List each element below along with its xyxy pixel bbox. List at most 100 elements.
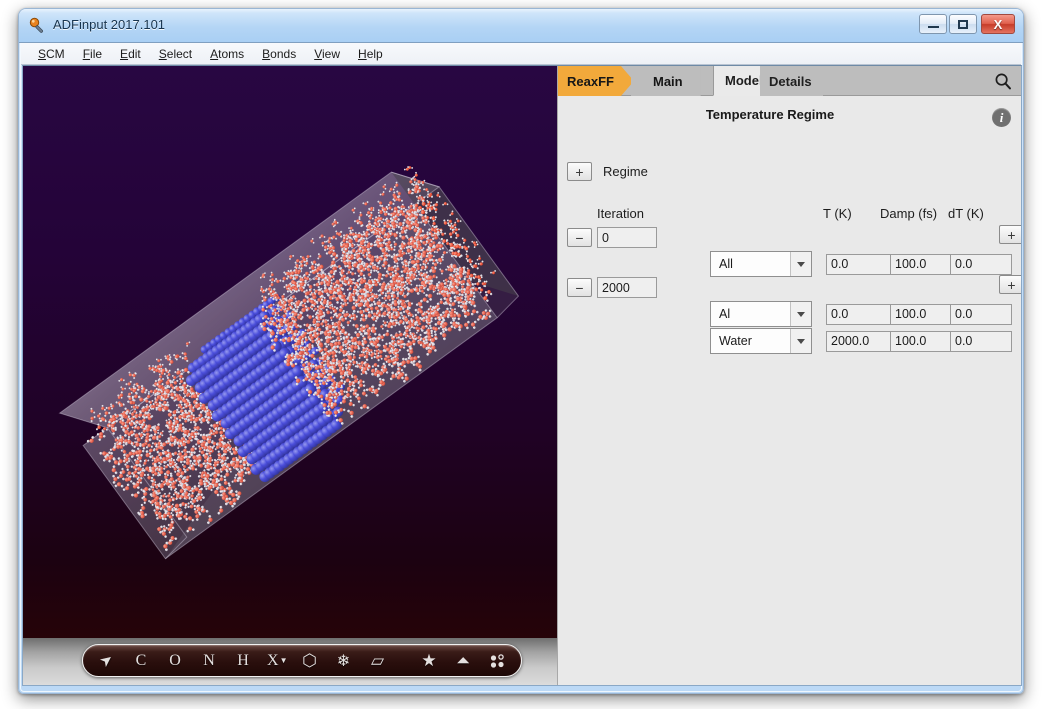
- chevron-down-icon: [790, 329, 811, 353]
- temperature-input[interactable]: 2000.0: [826, 330, 890, 352]
- damp-input[interactable]: 100.0: [890, 253, 950, 275]
- crystal-icon[interactable]: ❄: [333, 648, 353, 674]
- damp-value: 100.0: [895, 307, 927, 321]
- menu-item-edit[interactable]: Edit: [111, 45, 150, 63]
- temperature-input[interactable]: 0.0: [826, 253, 890, 275]
- atom-toolbar: ➤ C O N H X ▼ ⬡ ❄ ▱ ★ ⏶: [82, 644, 522, 677]
- temperature-value: 0.0: [831, 307, 849, 321]
- menu-item-help[interactable]: Help: [349, 45, 392, 63]
- nitrogen-icon[interactable]: N: [199, 648, 219, 674]
- favourite-icon[interactable]: ★: [419, 648, 439, 674]
- iteration-input[interactable]: 0: [597, 227, 657, 248]
- tab-reaxff-label: ReaxFF: [567, 73, 614, 89]
- settings-panel: ReaxFF Main Model Details Temperature Re…: [557, 66, 1021, 685]
- menu-item-select[interactable]: Select: [150, 45, 201, 63]
- region-select[interactable]: All: [710, 251, 812, 277]
- minimize-icon: [920, 15, 946, 33]
- minimize-button[interactable]: [919, 14, 947, 34]
- select-arrow-icon[interactable]: ➤: [91, 643, 123, 676]
- damp-value: 100.0: [895, 334, 927, 348]
- dt-input[interactable]: 0.0: [950, 330, 1012, 352]
- molecule-render: [23, 66, 557, 685]
- add-regime-button[interactable]: +: [567, 162, 592, 181]
- remove-iteration-button[interactable]: −: [567, 278, 592, 297]
- column-header-damp: Damp (fs): [880, 206, 938, 221]
- region-select[interactable]: Water: [710, 328, 812, 354]
- damp-input[interactable]: 100.0: [890, 303, 950, 325]
- molecule-viewport[interactable]: ➤ C O N H X ▼ ⬡ ❄ ▱ ★ ⏶: [23, 66, 557, 685]
- temperature-value: 2000.0: [831, 334, 870, 348]
- maximize-icon: [950, 15, 976, 33]
- menu-item-file[interactable]: File: [74, 45, 111, 63]
- iteration-input[interactable]: 2000: [597, 277, 657, 298]
- tab-main-label: Main: [653, 73, 683, 89]
- title-bar: ADFinput 2017.101 X: [19, 9, 1023, 43]
- menu-item-bonds[interactable]: Bonds: [253, 45, 305, 63]
- dt-value: 0.0: [955, 307, 973, 321]
- application-window: ADFinput 2017.101 X SCM File Edit Select…: [18, 8, 1024, 694]
- dt-value: 0.0: [955, 257, 973, 271]
- remove-iteration-label: −: [575, 279, 584, 296]
- remove-iteration-button[interactable]: −: [567, 228, 592, 247]
- app-wand-icon: [29, 17, 43, 33]
- maximize-button[interactable]: [949, 14, 977, 34]
- unit-cell-icon[interactable]: ⏶: [453, 648, 473, 674]
- dt-input[interactable]: 0.0: [950, 303, 1012, 325]
- add-regime-row: + Regime: [567, 162, 648, 181]
- regime-row: All 0.0 100.0 0.0 −: [710, 251, 1021, 277]
- add-regime-entry-label: +: [1007, 226, 1016, 243]
- column-header-t: T (K): [823, 206, 852, 221]
- menu-item-scm[interactable]: SCM: [29, 45, 74, 63]
- menu-bar: SCM File Edit Select Atoms Bonds View He…: [21, 43, 1021, 65]
- add-regime-entry-button[interactable]: +: [999, 225, 1021, 244]
- iteration-row: − 2000: [567, 277, 657, 298]
- remove-iteration-label: −: [575, 229, 584, 246]
- region-select-value: All: [719, 257, 733, 271]
- iteration-row: − 0: [567, 227, 657, 248]
- oxygen-icon[interactable]: O: [165, 648, 185, 674]
- regime-row: Al 0.0 100.0 0.0 −: [710, 301, 1021, 327]
- chevron-down-icon: [790, 302, 811, 326]
- menu-item-view[interactable]: View: [305, 45, 349, 63]
- info-icon[interactable]: i: [992, 108, 1011, 127]
- page-title: Temperature Regime: [705, 107, 835, 122]
- search-icon: [995, 73, 1011, 90]
- regime-row: Water 2000.0 100.0 0.0 −: [710, 328, 1021, 354]
- tab-strip: ReaxFF Main Model Details: [558, 66, 1021, 96]
- atoms-dots-icon[interactable]: [487, 648, 507, 674]
- ring-icon[interactable]: ⬡: [299, 648, 319, 674]
- chevron-down-icon: [790, 252, 811, 276]
- column-header-dt: dT (K): [948, 206, 984, 221]
- tab-details-label: Details: [769, 73, 812, 89]
- temperature-input[interactable]: 0.0: [826, 303, 890, 325]
- region-select[interactable]: Al: [710, 301, 812, 327]
- region-select-value: Al: [719, 307, 731, 321]
- plane-icon[interactable]: ▱: [367, 648, 387, 674]
- panel-header: Temperature Regime i: [558, 96, 1021, 136]
- element-picker-icon[interactable]: X ▼: [267, 648, 287, 674]
- tab-details[interactable]: Details: [760, 66, 823, 96]
- column-header-iteration: Iteration: [597, 206, 644, 221]
- hydrogen-icon[interactable]: H: [233, 648, 253, 674]
- tab-main[interactable]: Main: [631, 66, 701, 96]
- tab-reaxff[interactable]: ReaxFF: [558, 66, 634, 96]
- close-icon: X: [993, 16, 1003, 32]
- damp-value: 100.0: [895, 257, 927, 271]
- search-button[interactable]: [994, 66, 1012, 96]
- tab-model-label: Model: [725, 73, 763, 88]
- temperature-value: 0.0: [831, 257, 849, 271]
- add-regime-label: Regime: [603, 164, 648, 179]
- add-regime-entry-button[interactable]: +: [999, 275, 1021, 294]
- dt-value: 0.0: [955, 334, 973, 348]
- damp-input[interactable]: 100.0: [890, 330, 950, 352]
- iteration-value: 0: [602, 230, 609, 245]
- menu-item-atoms[interactable]: Atoms: [201, 45, 253, 63]
- iteration-value: 2000: [602, 280, 630, 295]
- add-regime-entry-label: +: [1007, 276, 1016, 293]
- info-icon-glyph: i: [999, 109, 1004, 125]
- add-regime-button-label: +: [575, 163, 584, 180]
- window-title: ADFinput 2017.101: [53, 17, 166, 32]
- dt-input[interactable]: 0.0: [950, 253, 1012, 275]
- close-button[interactable]: X: [981, 14, 1015, 34]
- carbon-icon[interactable]: C: [131, 648, 151, 674]
